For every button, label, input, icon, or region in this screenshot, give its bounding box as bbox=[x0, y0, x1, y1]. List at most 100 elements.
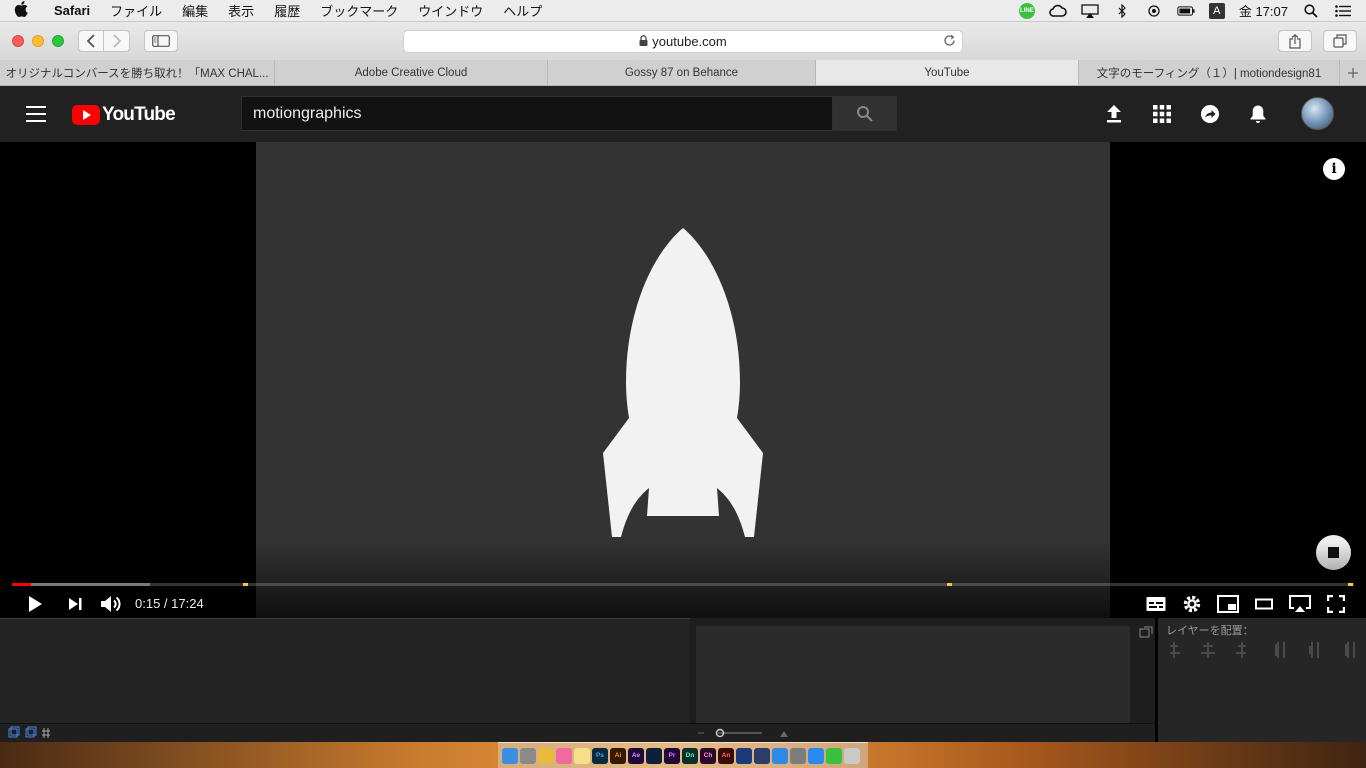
dock-photoshop-icon[interactable]: Ps bbox=[592, 747, 608, 764]
menu-file[interactable]: ファイル bbox=[100, 1, 172, 20]
sidebar-icon bbox=[152, 35, 170, 47]
minimize-window-button[interactable] bbox=[32, 35, 44, 47]
dock-cinema4d-2-icon[interactable] bbox=[754, 747, 770, 764]
dock-illustrator-icon[interactable]: Ai bbox=[610, 747, 626, 764]
notification-center-icon[interactable] bbox=[1334, 4, 1352, 18]
window-controls bbox=[12, 35, 64, 47]
ae-align-layers-label: レイヤーを配置： bbox=[1166, 625, 1254, 637]
tab-converse-campaign[interactable]: オリジナルコンバースを勝ち取れ！「MAX CHAL... bbox=[0, 60, 275, 85]
share-button[interactable] bbox=[1278, 30, 1312, 52]
dock-media-encoder-icon[interactable] bbox=[646, 747, 662, 764]
settings-button[interactable] bbox=[1181, 592, 1203, 616]
dock-system-preferences-icon[interactable] bbox=[790, 747, 806, 764]
search-query: motiongraphics bbox=[253, 104, 362, 122]
ae-graph-toggle-icon[interactable] bbox=[1139, 626, 1153, 641]
bluetooth-icon[interactable] bbox=[1113, 3, 1131, 18]
fullscreen-window-button[interactable] bbox=[52, 35, 64, 47]
dock-after-effects-icon[interactable]: Ae bbox=[628, 747, 644, 764]
input-source-icon[interactable]: A bbox=[1208, 2, 1225, 19]
menu-history[interactable]: 履歴 bbox=[264, 1, 310, 20]
dock-animate-icon[interactable]: An bbox=[718, 747, 734, 764]
play-button[interactable] bbox=[24, 592, 46, 616]
menu-bookmarks[interactable]: ブックマーク bbox=[310, 1, 408, 20]
progress-played bbox=[12, 583, 32, 586]
menu-window[interactable]: ウインドウ bbox=[408, 1, 493, 20]
ae-align-buttons-icon bbox=[1170, 642, 1355, 658]
dock-line-icon[interactable] bbox=[826, 747, 842, 764]
dock-cinema4d-icon[interactable] bbox=[736, 747, 752, 764]
dock-itunes-icon[interactable] bbox=[556, 747, 572, 764]
menu-help[interactable]: ヘルプ bbox=[493, 1, 552, 20]
next-video-button[interactable] bbox=[64, 592, 86, 616]
back-button[interactable] bbox=[78, 30, 104, 52]
spotlight-search-icon[interactable] bbox=[1302, 3, 1320, 18]
line-status-icon[interactable]: LINE bbox=[1018, 2, 1035, 19]
dock-app-store-icon[interactable] bbox=[808, 747, 824, 764]
progress-bar[interactable] bbox=[12, 583, 1354, 586]
info-icon[interactable]: i bbox=[1323, 158, 1345, 180]
miniplayer-button[interactable] bbox=[1217, 592, 1239, 616]
subtitles-button[interactable] bbox=[1145, 592, 1167, 616]
theater-mode-button[interactable] bbox=[1253, 592, 1275, 616]
tab-adobe-creative-cloud[interactable]: Adobe Creative Cloud bbox=[275, 60, 548, 85]
menu-view[interactable]: 表示 bbox=[218, 1, 264, 20]
ae-toggle-switches-icon[interactable] bbox=[8, 726, 52, 742]
apple-menu-icon[interactable] bbox=[14, 0, 44, 21]
navigation-buttons bbox=[78, 30, 130, 52]
dock-finder-icon[interactable] bbox=[502, 747, 518, 764]
chapter-marker bbox=[1348, 583, 1354, 586]
sidebar-toggle-button[interactable] bbox=[144, 30, 178, 52]
apps-grid-icon[interactable] bbox=[1150, 102, 1174, 126]
battery-icon[interactable] bbox=[1177, 4, 1195, 18]
dock-launchpad-icon[interactable] bbox=[520, 747, 536, 764]
airplay-icon[interactable] bbox=[1081, 3, 1099, 18]
tab-title: Adobe Creative Cloud bbox=[354, 66, 468, 79]
tab-behance[interactable]: Gossy 87 on Behance bbox=[548, 60, 816, 85]
address-bar[interactable]: youtube.com bbox=[403, 30, 963, 53]
dock-trash-icon[interactable] bbox=[844, 747, 860, 764]
ae-zoom-slider-icon[interactable] bbox=[694, 727, 794, 739]
search-input[interactable]: motiongraphics bbox=[241, 96, 833, 131]
dock-notes-icon[interactable] bbox=[574, 747, 590, 764]
youtube-logo[interactable]: YouTube bbox=[72, 104, 176, 126]
skip-next-icon bbox=[69, 598, 82, 610]
miniplayer-icon bbox=[1217, 595, 1239, 613]
search-button[interactable] bbox=[832, 96, 897, 131]
progress-buffered bbox=[12, 583, 151, 586]
dock-safari-icon[interactable] bbox=[772, 747, 788, 764]
dock-chrome-icon[interactable] bbox=[538, 747, 554, 764]
new-tab-button[interactable] bbox=[1340, 60, 1366, 85]
volume-button[interactable] bbox=[100, 592, 122, 616]
share-arrow-icon[interactable] bbox=[1198, 102, 1222, 126]
tab-youtube[interactable]: YouTube bbox=[816, 60, 1079, 85]
address-url: youtube.com bbox=[652, 34, 727, 49]
show-all-tabs-button[interactable] bbox=[1323, 30, 1357, 52]
theater-mode-icon bbox=[1255, 598, 1273, 610]
upload-icon[interactable] bbox=[1102, 102, 1126, 126]
cloud-sync-icon[interactable] bbox=[1145, 4, 1163, 18]
youtube-play-logo-icon bbox=[72, 105, 100, 125]
notifications-bell-icon[interactable] bbox=[1246, 102, 1270, 126]
guide-menu-icon[interactable] bbox=[26, 106, 46, 122]
tab-motiondesign81[interactable]: 文字のモーフィング（１）| motiondesign81 bbox=[1079, 60, 1340, 85]
dock-premiere-icon[interactable]: Pr bbox=[664, 747, 680, 764]
close-window-button[interactable] bbox=[12, 35, 24, 47]
chapter-marker bbox=[242, 583, 248, 586]
account-avatar[interactable] bbox=[1301, 97, 1334, 130]
ae-bottom-bar bbox=[0, 723, 1155, 742]
airplay-icon bbox=[1289, 595, 1311, 612]
chapter-marker bbox=[947, 583, 953, 586]
menu-app-name[interactable]: Safari bbox=[44, 3, 100, 18]
menu-edit[interactable]: 編集 bbox=[172, 1, 218, 20]
video-player[interactable]: i 0:15 / 17:24 bbox=[0, 142, 1366, 618]
forward-button[interactable] bbox=[104, 30, 130, 52]
fullscreen-button[interactable] bbox=[1325, 592, 1347, 616]
fullscreen-icon bbox=[1327, 595, 1345, 613]
dock-dimension-icon[interactable]: Dn bbox=[682, 747, 698, 764]
reload-icon[interactable] bbox=[943, 34, 956, 50]
airplay-button[interactable] bbox=[1289, 592, 1311, 616]
subtitles-icon bbox=[1146, 597, 1166, 611]
dock-character-animator-icon[interactable]: Ch bbox=[700, 747, 716, 764]
menubar-clock[interactable]: 金 17:07 bbox=[1239, 1, 1288, 20]
creative-cloud-icon[interactable] bbox=[1049, 4, 1067, 18]
